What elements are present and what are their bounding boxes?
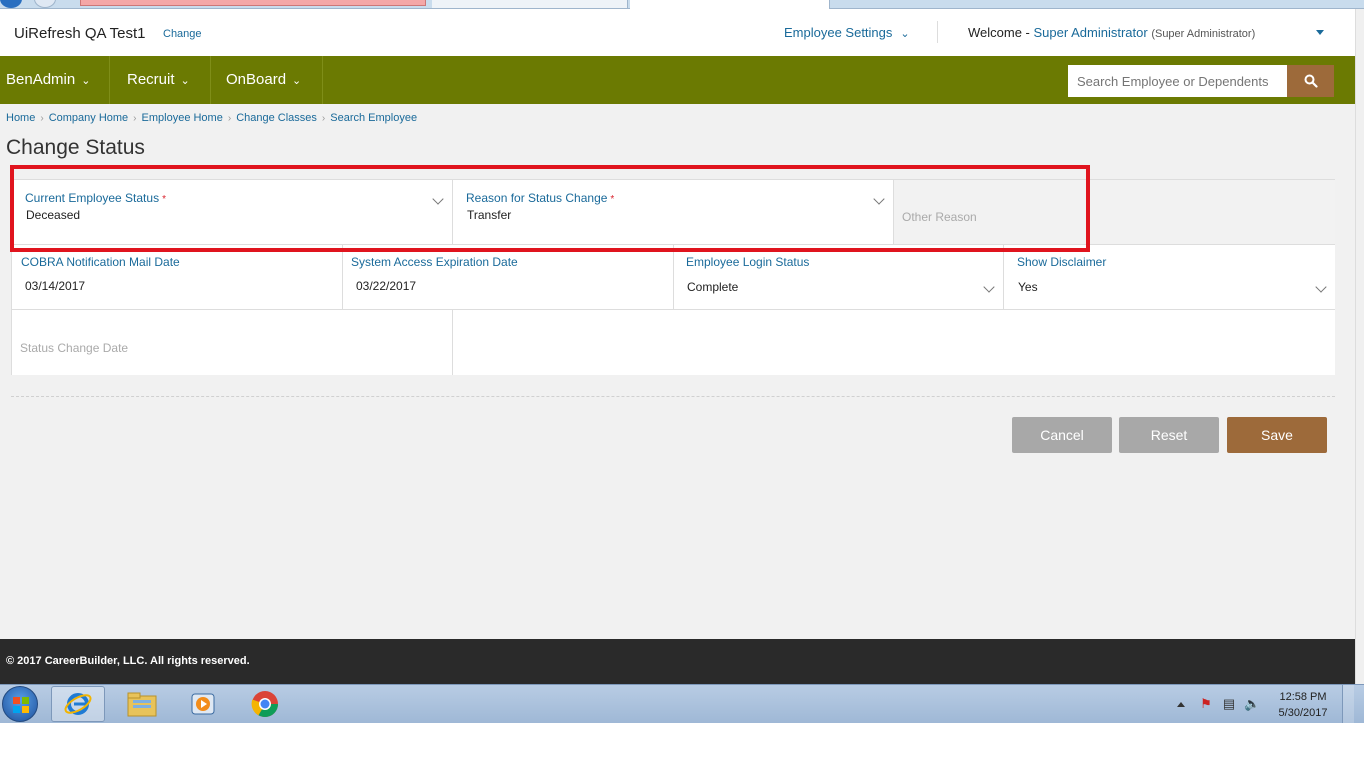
main-nav: BenAdmin ⌄ Recruit ⌄ OnBoard ⌄	[0, 56, 1355, 104]
breadcrumb-change-classes[interactable]: Change Classes	[236, 112, 317, 124]
taskbar-chrome[interactable]	[238, 686, 292, 722]
field-value: 03/22/2017	[356, 279, 417, 293]
breadcrumb-employee-home[interactable]: Employee Home	[142, 112, 223, 124]
user-name-link[interactable]: Super Administrator	[1034, 25, 1148, 40]
nav-item-recruit[interactable]: Recruit ⌄	[110, 56, 211, 104]
screen-bottom-area	[0, 723, 1364, 768]
field-label: Show Disclaimer	[1017, 255, 1107, 269]
field-value: Yes	[1018, 280, 1038, 294]
chevron-down-icon	[983, 281, 995, 293]
nav-item-label: Recruit	[127, 71, 175, 88]
field-value: 03/14/2017	[25, 279, 86, 293]
field-label: COBRA Notification Mail Date	[21, 255, 180, 269]
network-icon[interactable]: ▤	[1221, 696, 1237, 712]
nav-item-benadmin[interactable]: BenAdmin ⌄	[0, 56, 110, 104]
user-role: (Super Administrator)	[1151, 28, 1256, 40]
copyright-text: © 2017 CareerBuilder, LLC. All rights re…	[6, 655, 250, 667]
nav-item-label: BenAdmin	[6, 71, 76, 88]
system-access-date-input[interactable]: System Access Expiration Date 03/22/2017	[343, 245, 674, 310]
page-title: Change Status	[6, 136, 145, 159]
user-menu-caret-icon[interactable]	[1316, 30, 1324, 35]
browser-tab[interactable]	[80, 0, 426, 6]
windows-logo-icon	[13, 697, 29, 713]
browser-tab-active[interactable]	[630, 0, 830, 9]
media-player-icon	[191, 693, 215, 715]
chevron-down-icon: ⌄	[900, 28, 910, 40]
breadcrumb-separator-icon: ›	[321, 113, 326, 124]
chevron-down-icon: ⌄	[180, 75, 190, 87]
highlight-box	[10, 165, 1090, 252]
browser-back-icon[interactable]	[0, 0, 22, 8]
browser-tab-strip	[0, 0, 1364, 9]
folder-icon	[127, 692, 157, 717]
browser-forward-icon[interactable]	[34, 0, 56, 8]
field-value: Complete	[687, 280, 739, 294]
welcome-text: Welcome - Super Administrator (Super Adm…	[968, 25, 1255, 40]
employee-search-input[interactable]	[1068, 65, 1287, 97]
chevron-down-icon: ⌄	[292, 75, 302, 87]
page-footer: © 2017 CareerBuilder, LLC. All rights re…	[0, 639, 1355, 684]
internet-explorer-icon	[64, 693, 92, 715]
breadcrumb-search-employee[interactable]: Search Employee	[330, 112, 417, 124]
change-company-link[interactable]: Change	[163, 28, 202, 40]
breadcrumb-separator-icon: ›	[133, 113, 137, 124]
cancel-button[interactable]: Cancel	[1012, 417, 1112, 453]
clock-date: 5/30/2017	[1278, 707, 1328, 719]
taskbar-media-player[interactable]	[176, 686, 230, 722]
os-taskbar: ⚑ ▤ 🔈 12:58 PM 5/30/2017	[0, 684, 1364, 724]
taskbar-internet-explorer[interactable]	[51, 686, 105, 722]
breadcrumb-home[interactable]: Home	[6, 112, 35, 124]
chevron-down-icon: ⌄	[81, 75, 91, 87]
page-content: Home › Company Home › Employee Home › Change C…	[0, 104, 1355, 639]
login-status-select[interactable]: Employee Login Status Complete	[674, 245, 1004, 310]
search-button[interactable]	[1287, 65, 1334, 97]
chevron-down-icon	[1315, 281, 1327, 293]
action-center-flag-icon[interactable]: ⚑	[1198, 696, 1214, 712]
save-button[interactable]: Save	[1227, 417, 1327, 453]
breadcrumb: Home › Company Home › Employee Home › Change C…	[6, 112, 417, 124]
breadcrumb-separator-icon: ›	[40, 113, 44, 124]
employee-settings-menu[interactable]: Employee Settings ⌄	[784, 25, 910, 40]
show-disclaimer-select[interactable]: Show Disclaimer Yes	[1004, 245, 1335, 310]
breadcrumb-company-home[interactable]: Company Home	[49, 112, 128, 124]
field-label: System Access Expiration Date	[351, 255, 518, 269]
reset-button[interactable]: Reset	[1119, 417, 1219, 453]
top-header: UiRefresh QA Test1 Change Employee Setti…	[0, 9, 1364, 56]
nav-item-onboard[interactable]: OnBoard ⌄	[211, 56, 323, 104]
employee-settings-label: Employee Settings	[784, 25, 893, 40]
start-button[interactable]	[2, 686, 38, 722]
page-scrollbar[interactable]	[1355, 9, 1364, 684]
taskbar-file-explorer[interactable]	[115, 686, 169, 722]
nav-item-label: OnBoard	[226, 71, 287, 88]
search-icon	[1304, 74, 1318, 88]
clock-time: 12:58 PM	[1279, 691, 1327, 703]
header-divider	[937, 21, 938, 43]
welcome-label: Welcome -	[968, 25, 1030, 40]
volume-icon[interactable]: 🔈	[1244, 696, 1260, 712]
breadcrumb-separator-icon: ›	[227, 113, 232, 124]
status-change-date-input[interactable]: Status Change Date	[12, 310, 453, 375]
browser-tab[interactable]	[432, 0, 628, 8]
show-desktop-button[interactable]	[1342, 685, 1354, 724]
system-clock[interactable]: 12:58 PM 5/30/2017	[1268, 689, 1338, 721]
cobra-date-input[interactable]: COBRA Notification Mail Date 03/14/2017	[12, 245, 343, 310]
field-label: Employee Login Status	[686, 255, 810, 269]
chrome-icon	[251, 691, 279, 718]
empty-form-cell	[453, 310, 1335, 375]
field-placeholder: Status Change Date	[20, 341, 129, 355]
form-divider	[11, 396, 1335, 397]
company-name: UiRefresh QA Test1	[14, 25, 146, 42]
show-hidden-icons-icon[interactable]	[1177, 702, 1185, 707]
